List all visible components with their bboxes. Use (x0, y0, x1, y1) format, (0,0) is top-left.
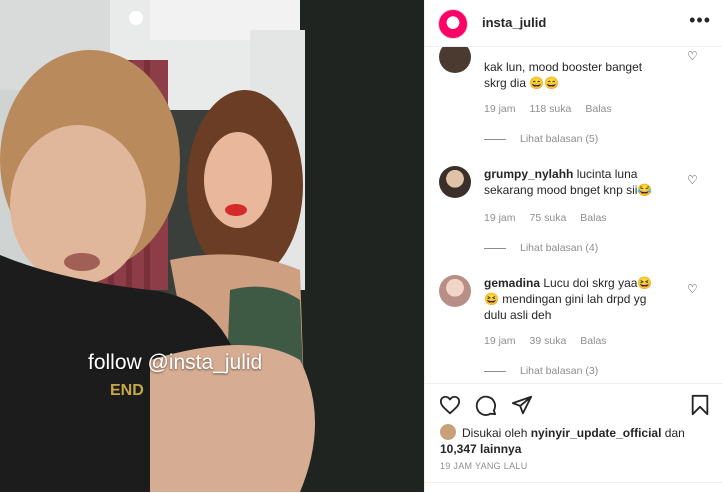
comment-icon[interactable] (475, 394, 497, 416)
liker-avatar[interactable] (440, 424, 456, 440)
post-header: insta_julid ••• (425, 0, 722, 47)
comment-time: 19 jam (484, 103, 516, 115)
comment-like-icon[interactable]: ♡ (687, 282, 698, 296)
comment-meta: 19 jam 39 suka Balas (484, 335, 621, 347)
video-frame-image: END (0, 0, 424, 492)
comment-text: kak lun, mood booster banget skrg dia 😄😄 (484, 60, 643, 90)
comment-time: 19 jam (484, 212, 516, 224)
comment-avatar[interactable] (439, 275, 471, 307)
share-icon[interactable] (511, 394, 533, 416)
comment-meta: 19 jam 75 suka Balas (484, 212, 621, 224)
video-watermark-text: follow @insta_julid (88, 351, 263, 374)
bookmark-icon[interactable] (689, 394, 711, 416)
comment-reply-button[interactable]: Balas (580, 335, 606, 347)
view-replies-button[interactable]: Lihat balasan (3) (484, 365, 598, 377)
comment-username[interactable]: grumpy_nylahh (484, 167, 573, 181)
view-replies-button[interactable]: Lihat balasan (4) (484, 242, 598, 254)
post-actions-bar (425, 383, 722, 424)
likes-connector: dan (664, 426, 685, 440)
svg-text:END: END (110, 382, 144, 399)
comment-likes[interactable]: 118 suka (530, 103, 572, 115)
author-avatar[interactable] (438, 9, 468, 39)
view-replies-button[interactable]: Lihat balasan (5) (484, 133, 598, 145)
comment-time: 19 jam (484, 335, 516, 347)
likes-summary: Disukai oleh nyinyir_update_official dan… (440, 424, 710, 457)
comment-likes[interactable]: 39 suka (530, 335, 567, 347)
comments-list[interactable]: kak lun, mood booster banget skrg dia 😄😄… (425, 47, 722, 383)
comment-like-icon[interactable]: ♡ (687, 173, 698, 187)
more-options-icon[interactable]: ••• (689, 10, 711, 31)
comment-reply-button[interactable]: Balas (580, 212, 606, 224)
heart-icon[interactable] (439, 394, 461, 416)
post-side-panel: insta_julid ••• kak lun, mood booster ba… (424, 0, 722, 492)
comment-meta: 19 jam 118 suka Balas (484, 103, 626, 115)
likes-prefix: Disukai oleh (462, 426, 528, 440)
comment-reply-button[interactable]: Balas (585, 103, 611, 115)
post-media[interactable]: END follow @insta_julid (0, 0, 424, 492)
comment-like-icon[interactable]: ♡ (687, 49, 698, 63)
comment-likes[interactable]: 75 suka (530, 212, 567, 224)
add-comment-bar[interactable] (425, 482, 722, 493)
likes-others-count[interactable]: 10,347 lainnya (440, 442, 521, 456)
author-username[interactable]: insta_julid (482, 15, 546, 30)
post-timestamp[interactable]: 19 JAM YANG LALU (440, 461, 528, 471)
comment-avatar[interactable] (439, 166, 471, 198)
comment-avatar[interactable] (439, 47, 471, 73)
comment-text: gemadina Lucu doi skrg yaa😆 😆 mendingan … (484, 276, 653, 322)
liker-username[interactable]: nyinyir_update_official (531, 426, 662, 440)
comment-text: grumpy_nylahh lucinta luna sekarang mood… (484, 167, 653, 197)
comment-username[interactable]: gemadina (484, 276, 540, 290)
